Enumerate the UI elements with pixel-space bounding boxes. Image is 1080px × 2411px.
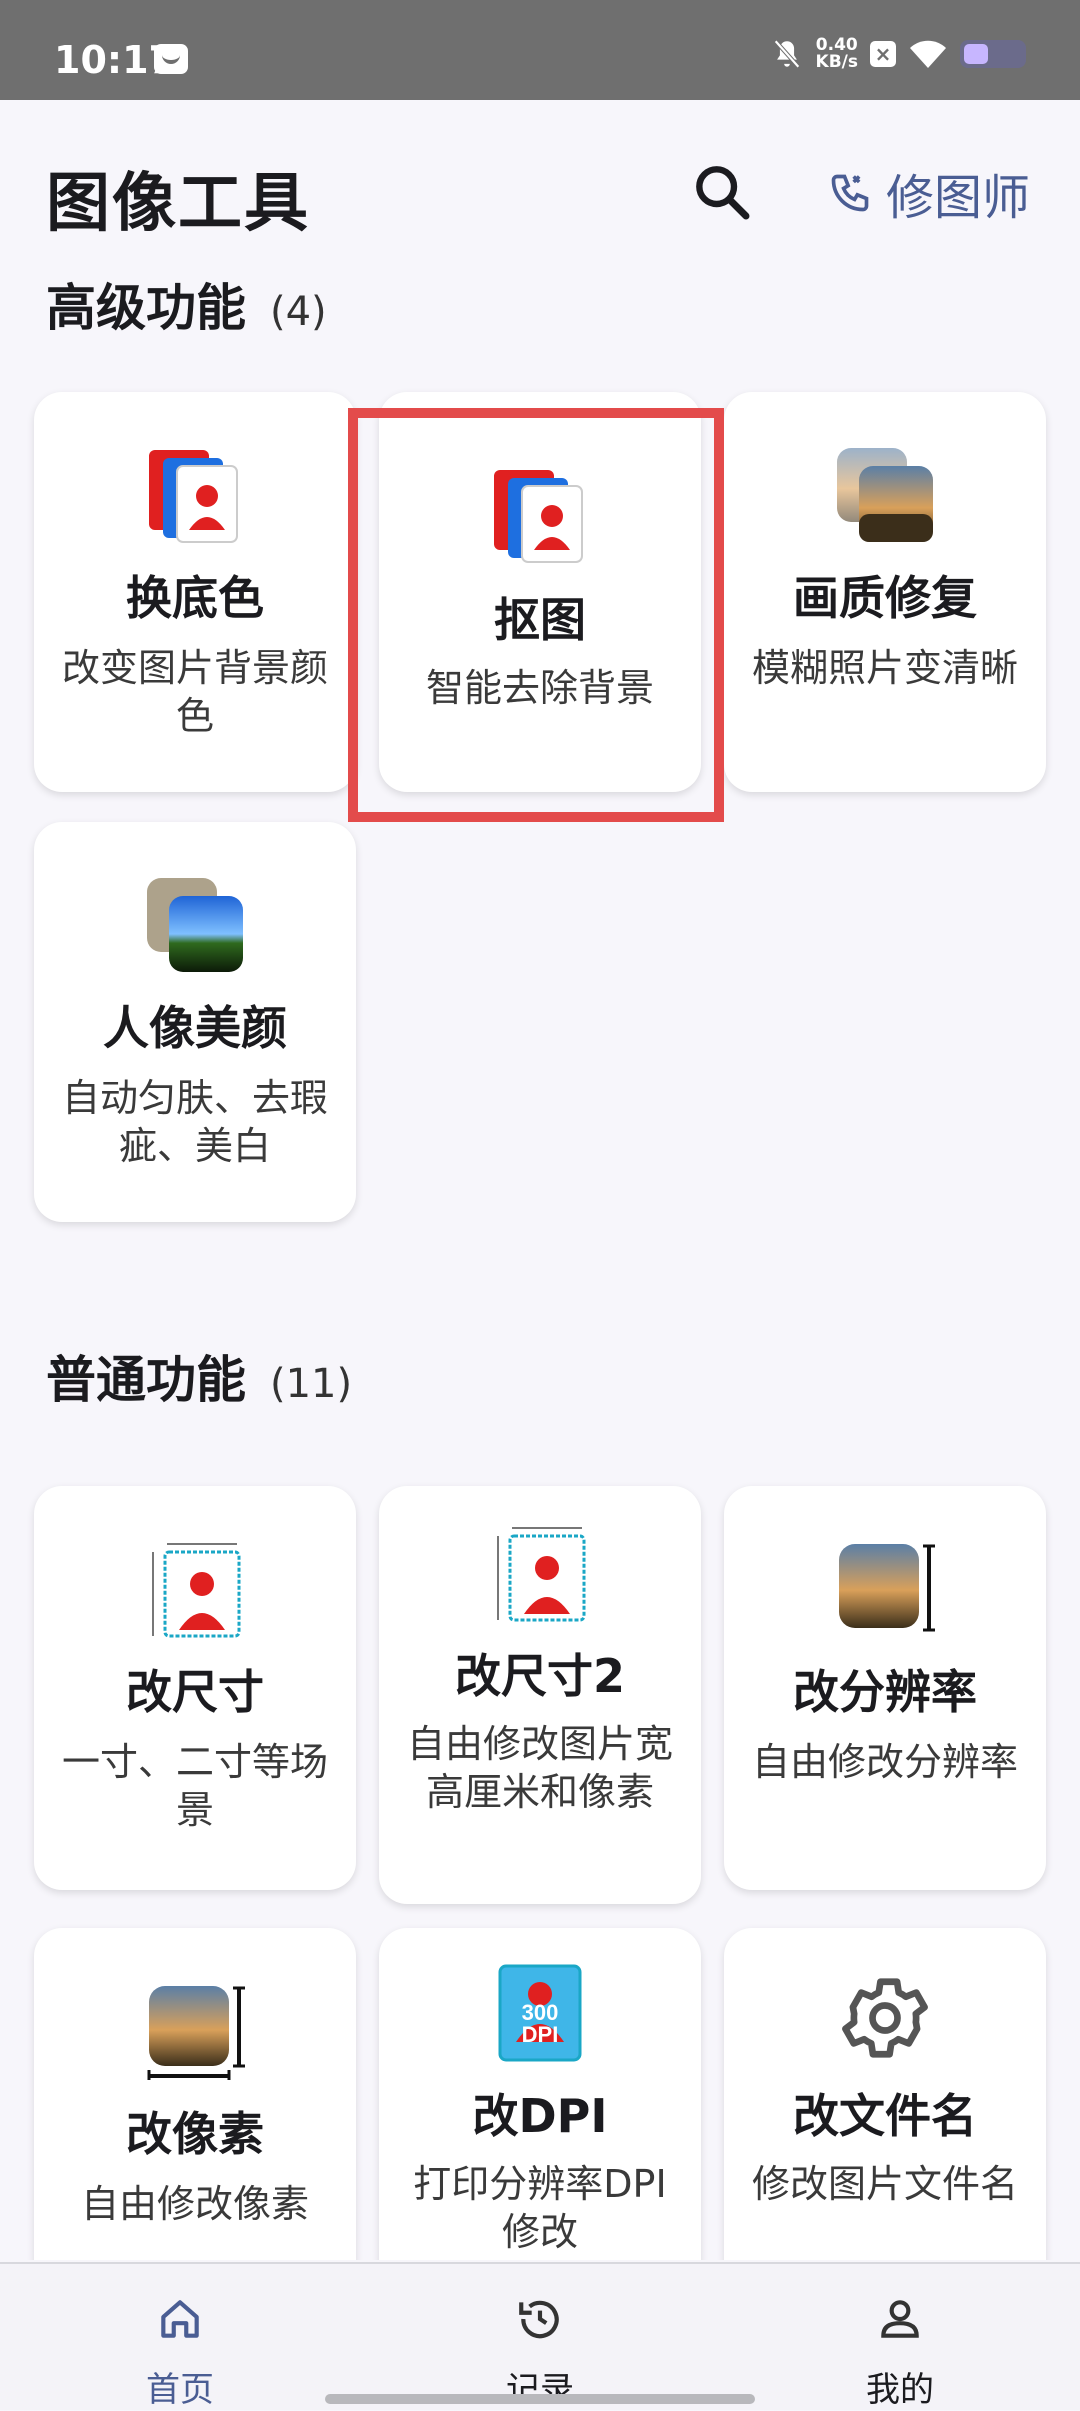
card-subtitle: 自动匀肤、去瑕疵、美白 <box>61 1076 328 1168</box>
gear-icon <box>842 1978 928 2058</box>
card-title: 人像美颜 <box>103 1001 287 1055</box>
content-scroll[interactable]: 高级功能 (4) 换底色 改变图片背景颜色 抠图 智能去除背景 画质修复 模糊照… <box>0 280 1080 2260</box>
id-photo-resize-icon <box>152 1543 241 1638</box>
card-subtitle: 模糊照片变清晰 <box>751 646 1018 690</box>
net-speed: 0.40 KB/s <box>815 35 858 72</box>
home-indicator[interactable] <box>325 2394 755 2404</box>
card-title: 改像素 <box>126 2107 264 2161</box>
landscape-photo-icon <box>147 878 243 972</box>
card-quality-repair[interactable]: 画质修复 模糊照片变清晰 <box>724 392 1046 792</box>
card-rename[interactable]: 改文件名 修改图片文件名 <box>724 1928 1046 2260</box>
card-subtitle: 一寸、二寸等场景 <box>61 1740 328 1832</box>
page-title: 图像工具 <box>46 167 310 241</box>
app-bar: 图像工具 修图师 <box>0 100 1080 280</box>
card-title: 改尺寸2 <box>454 1649 625 1703</box>
editor-label: 修图师 <box>886 170 1031 226</box>
status-icons: 0.40 KB/s × <box>770 34 1026 74</box>
card-subtitle: 改变图片背景颜色 <box>61 646 328 738</box>
card-title: 改文件名 <box>793 2089 977 2143</box>
card-resolution[interactable]: 改分辨率 自由修改分辨率 <box>724 1486 1046 1890</box>
card-portrait-beauty[interactable]: 人像美颜 自动匀肤、去瑕疵、美白 <box>34 822 356 1222</box>
section-title-normal: 普通功能 (11) <box>46 1351 353 1409</box>
nav-label: 首页 <box>146 2370 214 2410</box>
dpi-photo-icon: 300 DPI <box>498 1964 582 2062</box>
id-photo-icon <box>149 450 238 543</box>
card-title: 画质修复 <box>793 571 977 625</box>
dpi-badge-bottom: DPI <box>522 2022 559 2047</box>
card-subtitle: 自由修改像素 <box>80 2182 309 2226</box>
editor-button[interactable]: 修图师 <box>828 158 1030 228</box>
card-title: 改分辨率 <box>793 1665 977 1719</box>
history-icon <box>519 2300 559 2339</box>
status-bar: 10:17 0.40 KB/s × <box>0 0 1080 100</box>
search-icon[interactable] <box>690 160 754 224</box>
card-resize[interactable]: 改尺寸 一寸、二寸等场景 <box>34 1486 356 1890</box>
message-icon <box>154 44 188 74</box>
person-icon <box>881 2300 919 2338</box>
section-title-advanced: 高级功能 (4) <box>46 280 327 337</box>
close-box-icon: × <box>870 41 896 67</box>
bottom-nav: 首页 记录 我的 <box>0 2262 1080 2410</box>
card-resize-2[interactable]: 改尺寸2 自由修改图片宽高厘米和像素 <box>379 1486 701 1904</box>
card-title: 改DPI <box>472 2089 608 2143</box>
selection-highlight <box>348 408 724 822</box>
card-title: 换底色 <box>126 571 264 625</box>
card-subtitle: 自由修改分辨率 <box>751 1740 1018 1784</box>
nav-label: 我的 <box>866 2370 934 2410</box>
battery-icon <box>960 40 1026 68</box>
landscape-resize-icon <box>839 1544 935 1632</box>
bell-muted-icon <box>773 39 800 69</box>
landscape-photo-icon <box>837 448 933 542</box>
home-icon <box>161 2300 199 2338</box>
landscape-resize-icon <box>147 1986 245 2080</box>
phone-call-icon <box>831 174 869 212</box>
card-title: 改尺寸 <box>126 1665 264 1719</box>
nav-home[interactable]: 首页 <box>0 2264 360 2410</box>
card-pixels[interactable]: 改像素 自由修改像素 <box>34 1928 356 2260</box>
wifi-icon <box>910 40 946 68</box>
card-dpi[interactable]: 300 DPI 改DPI 打印分辨率DPI修改 <box>379 1928 701 2260</box>
nav-history[interactable]: 记录 <box>360 2264 720 2410</box>
card-subtitle: 修改图片文件名 <box>751 2162 1018 2206</box>
nav-profile[interactable]: 我的 <box>720 2264 1080 2410</box>
card-subtitle: 自由修改图片宽高厘米和像素 <box>406 1722 673 1814</box>
id-photo-resize-icon <box>497 1527 586 1622</box>
card-subtitle: 打印分辨率DPI修改 <box>413 2162 667 2254</box>
card-change-bg[interactable]: 换底色 改变图片背景颜色 <box>34 392 356 792</box>
